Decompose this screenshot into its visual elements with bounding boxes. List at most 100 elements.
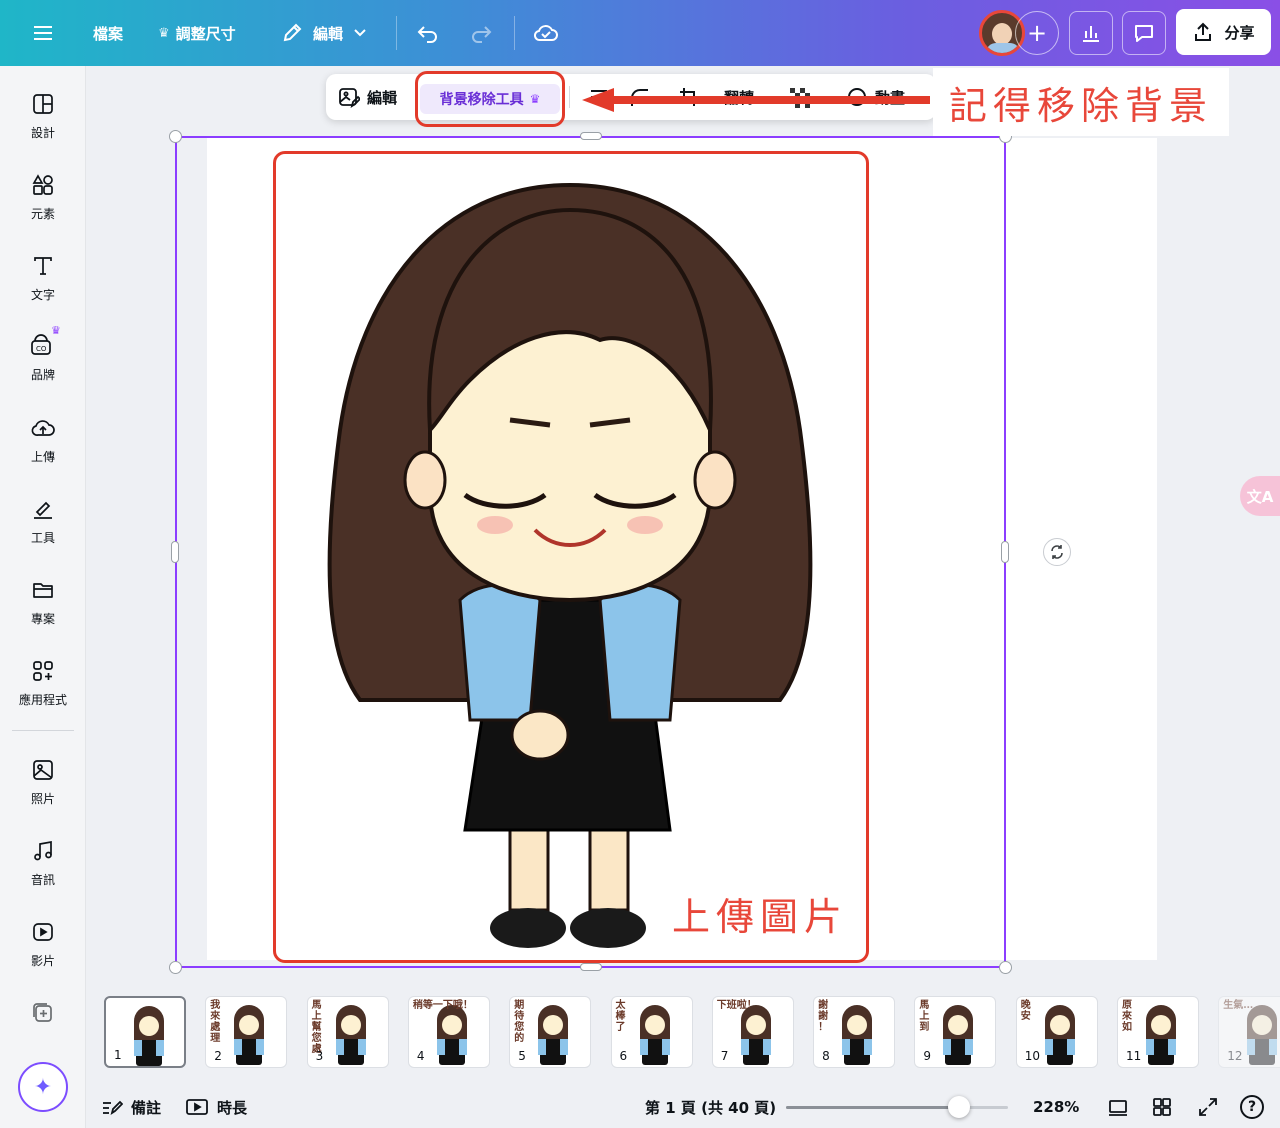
sidebar-item-projects[interactable]: 專案 — [0, 578, 86, 648]
sidebar-item-label: 專案 — [30, 612, 55, 626]
rotate-handle[interactable] — [1043, 538, 1071, 566]
left-sidebar: 設計 元素 文字 CO ♛ 品牌 上傳 工具 專案 應用程式 照片 音訊 影片 — [0, 66, 86, 1128]
resize-handle-right[interactable] — [1001, 541, 1009, 563]
remember-remove-bg-annotation: 記得移除背景 — [933, 68, 1229, 136]
page-thumbnail[interactable]: 我 來 處 理 2 — [205, 996, 288, 1068]
notes-button[interactable]: 備註 — [101, 1086, 161, 1128]
page-thumbnail[interactable]: 馬 上 幫 您 處3 — [306, 996, 389, 1068]
comment-icon — [1135, 25, 1153, 42]
sidebar-item-brand[interactable]: CO ♛ 品牌 — [0, 324, 86, 396]
sidebar-item-label: 文字 — [30, 288, 55, 302]
sidebar-item-uploads[interactable]: 上傳 — [0, 416, 86, 486]
cloud-check-icon — [533, 25, 558, 41]
sidebar-item-photos[interactable]: 照片 — [0, 758, 86, 828]
crown-icon: ♛ — [158, 25, 170, 41]
thumbnail-character — [1245, 1005, 1279, 1067]
share-button[interactable]: 分享 — [1176, 9, 1271, 55]
page-thumbnail[interactable]: 謝 謝 ！ 8 — [813, 996, 896, 1068]
sidebar-item-label: 照片 — [30, 792, 55, 806]
page-thumbnail[interactable]: 原 來 如 11 — [1117, 996, 1199, 1068]
sidebar-item-text[interactable]: 文字 — [0, 254, 86, 324]
page-indicator[interactable]: 第 1 頁 (共 40 頁) — [645, 1086, 776, 1128]
cloud-sync-button[interactable] — [533, 0, 559, 66]
insights-button[interactable] — [1069, 11, 1113, 55]
grid-icon — [1153, 1098, 1171, 1116]
help-button[interactable]: ? — [1240, 1086, 1264, 1128]
zoom-level[interactable]: 228% — [1033, 1086, 1079, 1128]
fullscreen-button[interactable] — [1197, 1086, 1219, 1128]
upload-image-highlight — [273, 151, 869, 963]
divider — [514, 16, 515, 50]
sidebar-item-tools[interactable]: 工具 — [0, 497, 86, 567]
add-collaborator-button[interactable]: + — [1015, 11, 1059, 55]
thumbnail-page-number: 1 — [114, 1048, 122, 1062]
menu-icon[interactable] — [32, 0, 54, 66]
magic-assistant-button[interactable]: ✦ — [18, 1062, 68, 1112]
sidebar-item-label: 工具 — [30, 531, 55, 545]
page-thumbnail[interactable]: 1 — [104, 996, 186, 1068]
duration-label: 時長 — [217, 1098, 248, 1117]
undo-button[interactable] — [416, 0, 440, 66]
sidebar-item-apps[interactable]: 應用程式 — [0, 659, 86, 729]
bottom-bar: 備註 時長 第 1 頁 (共 40 頁) 228% ? — [87, 1086, 1280, 1128]
sidebar-item-label: 元素 — [30, 207, 55, 221]
thumbnail-character — [232, 1005, 266, 1067]
file-menu-label: 檔案 — [93, 24, 124, 43]
page-view-button[interactable] — [1107, 1086, 1129, 1128]
page-thumbnail[interactable]: 晚 安 10 — [1015, 996, 1098, 1068]
sidebar-item-videos[interactable]: 影片 — [0, 920, 86, 990]
translate-icon: 文A — [1246, 487, 1274, 506]
thumbnail-caption: 生氣… — [1223, 1000, 1254, 1011]
comments-button[interactable] — [1122, 11, 1166, 55]
upload-image-annotation: 上傳圖片 — [672, 895, 849, 939]
resize-handle-bottom-right[interactable] — [999, 961, 1012, 974]
bar-chart-icon — [1083, 26, 1099, 42]
undo-icon — [417, 26, 437, 43]
redo-button[interactable] — [469, 0, 493, 66]
apps-icon — [33, 661, 53, 681]
edit-menu[interactable]: 編輯 — [281, 0, 367, 66]
sidebar-item-label: 音訊 — [30, 873, 55, 887]
resize-handle-bottom-left[interactable] — [169, 961, 182, 974]
thumbnail-caption: 馬 上 幫 您 處 — [311, 1000, 322, 1055]
thumbnail-page-number: 4 — [416, 1049, 425, 1063]
sidebar-item-design[interactable]: 設計 — [0, 92, 86, 162]
thumbnail-page-number: 9 — [923, 1049, 932, 1063]
cloud-upload-icon — [31, 420, 55, 436]
thumbnail-character — [132, 1006, 166, 1066]
resize-menu[interactable]: ♛ 調整尺寸 — [158, 0, 236, 66]
page-thumbnail[interactable]: 馬 上 到 9 — [914, 996, 997, 1068]
thumbnail-character — [435, 1005, 469, 1067]
resize-handle-top[interactable] — [580, 132, 602, 140]
pencil-icon — [283, 23, 302, 42]
zoom-slider-handle[interactable] — [948, 1096, 971, 1118]
divider — [396, 16, 397, 50]
layout-icon — [33, 94, 53, 114]
edit-image-button[interactable]: 編輯 — [338, 74, 397, 120]
file-menu[interactable]: 檔案 — [93, 0, 123, 66]
thumbnail-character — [840, 1005, 874, 1067]
duration-button[interactable]: 時長 — [185, 1086, 247, 1128]
thumbnail-page-number: 5 — [518, 1049, 526, 1063]
page-thumbnail[interactable]: 生氣… 12 — [1218, 996, 1280, 1068]
single-page-icon — [1109, 1100, 1127, 1116]
sidebar-item-more[interactable] — [0, 1001, 86, 1071]
page-thumbnail[interactable]: 期 待 您 的 5 — [509, 996, 592, 1068]
sidebar-item-elements[interactable]: 元素 — [0, 173, 86, 243]
sidebar-item-label: 設計 — [30, 126, 55, 140]
grid-view-button[interactable] — [1151, 1086, 1173, 1128]
thumbnail-character — [638, 1005, 672, 1067]
page-thumbnail[interactable]: 稍等一下哦！ 4 — [407, 996, 490, 1068]
thumbnail-page-number: 7 — [720, 1049, 729, 1063]
zoom-level-label: 228% — [1033, 1098, 1080, 1116]
page-thumbnail[interactable]: 太 棒 了 6 — [610, 996, 693, 1068]
svg-text:CO: CO — [36, 345, 47, 353]
thumbnail-page-number: 8 — [822, 1049, 830, 1063]
sidebar-item-audio[interactable]: 音訊 — [0, 839, 86, 909]
resize-handle-top-left[interactable] — [169, 130, 182, 143]
translate-button[interactable]: 文A — [1240, 476, 1280, 516]
resize-handle-left[interactable] — [171, 541, 179, 563]
resize-handle-bottom[interactable] — [580, 963, 602, 971]
photo-icon — [33, 760, 53, 780]
page-thumbnail[interactable]: 下班啦！ 7 — [711, 996, 794, 1068]
